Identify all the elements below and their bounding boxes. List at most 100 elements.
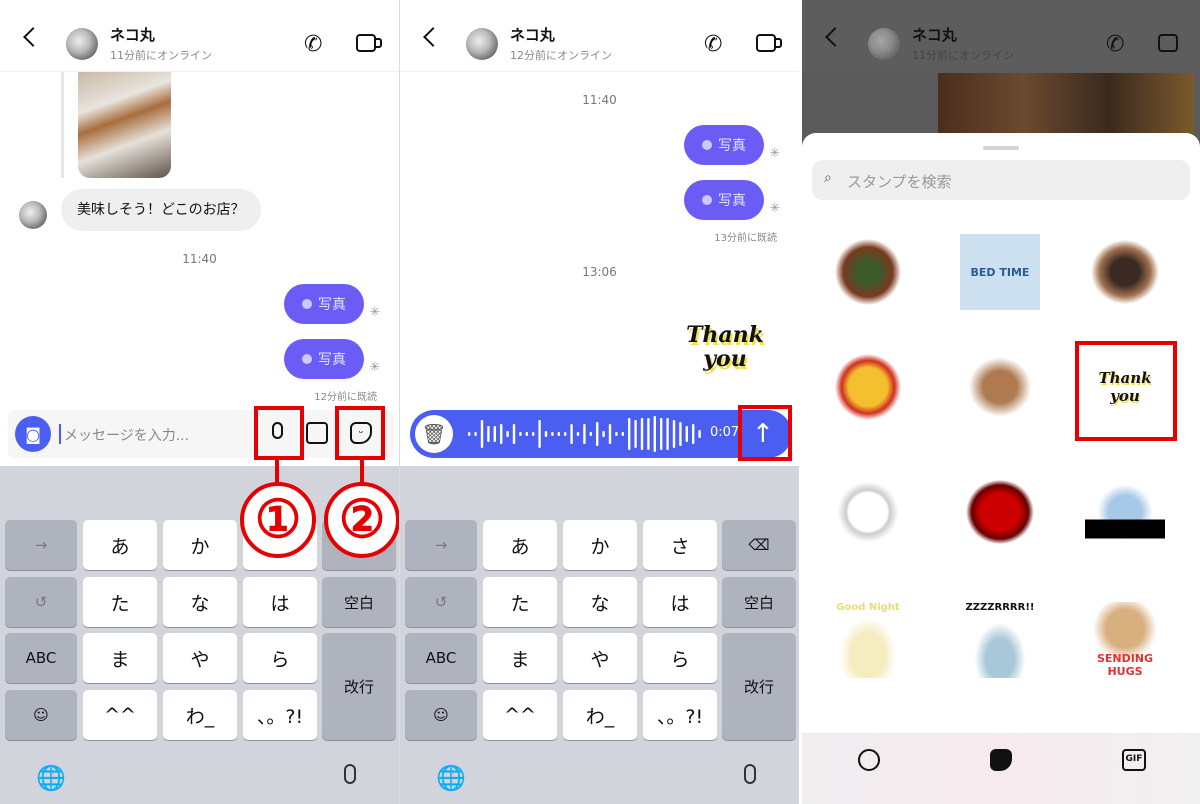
camera-icon[interactable]: ◙ bbox=[15, 416, 51, 452]
key[interactable]: 改行 bbox=[722, 633, 796, 740]
key[interactable]: は bbox=[643, 577, 717, 627]
loading-icon: ✳ bbox=[369, 305, 381, 320]
key[interactable]: ☺ bbox=[5, 690, 77, 740]
video-icon bbox=[1158, 34, 1178, 52]
dictation-mic-icon[interactable] bbox=[744, 764, 756, 784]
sticker-item[interactable] bbox=[1085, 474, 1165, 550]
dictation-mic-icon[interactable] bbox=[344, 764, 356, 784]
globe-icon[interactable]: 🌐 bbox=[436, 764, 466, 792]
waveform-bar bbox=[576, 432, 580, 436]
sticker-item[interactable]: SENDING HUGS bbox=[1085, 602, 1165, 678]
gif-tab-icon[interactable]: GIF bbox=[1122, 749, 1146, 771]
chat-screen-typing: ネコ丸 11分前にオンライン ✆ 美味しそう！どこのお店？ 11:40 写真 ✳… bbox=[0, 0, 399, 804]
waveform-bar bbox=[666, 418, 669, 450]
key[interactable]: ABC bbox=[405, 633, 477, 683]
photo-message[interactable]: 写真 bbox=[684, 125, 764, 165]
video-icon[interactable] bbox=[356, 34, 376, 52]
annotation-marker-1: ① bbox=[240, 482, 316, 558]
avatar[interactable] bbox=[466, 28, 498, 60]
annotation-box-sticker bbox=[335, 406, 385, 460]
photo-message[interactable]: 写真 bbox=[284, 339, 364, 379]
sticker-item[interactable]: ZZZZRRRR!! bbox=[960, 602, 1040, 678]
phone-icon[interactable]: ✆ bbox=[704, 32, 722, 57]
shared-photo[interactable] bbox=[78, 72, 171, 178]
trash-icon[interactable]: 🗑 bbox=[415, 415, 453, 453]
key[interactable]: 空白 bbox=[722, 577, 796, 627]
key[interactable]: ^^ bbox=[83, 690, 157, 740]
key[interactable]: ↺ bbox=[405, 577, 477, 627]
timestamp: 11:40 bbox=[182, 252, 217, 266]
contact-name: ネコ丸 bbox=[912, 26, 957, 44]
key[interactable]: 空白 bbox=[322, 577, 396, 627]
image-icon[interactable] bbox=[306, 422, 328, 444]
sticker-search-input[interactable]: ⌕ スタンプを検索 bbox=[812, 160, 1190, 200]
avatar bbox=[868, 28, 900, 60]
waveform-bar bbox=[672, 420, 676, 448]
key[interactable]: → bbox=[405, 520, 477, 570]
key[interactable]: ら bbox=[243, 633, 317, 683]
sticker-tab-bar: GIF bbox=[802, 733, 1200, 804]
key[interactable]: ま bbox=[83, 633, 157, 683]
key[interactable]: た bbox=[83, 577, 157, 627]
key[interactable]: わ_ bbox=[563, 690, 637, 740]
key[interactable]: ま bbox=[483, 633, 557, 683]
sticker-item[interactable] bbox=[960, 474, 1040, 550]
key[interactable]: わ_ bbox=[163, 690, 237, 740]
back-icon[interactable] bbox=[423, 27, 443, 47]
waveform-bar bbox=[493, 426, 496, 442]
sent-sticker-thank-you[interactable]: Thank you bbox=[680, 312, 770, 382]
key[interactable]: ら bbox=[643, 633, 717, 683]
key[interactable]: あ bbox=[483, 520, 557, 570]
globe-icon[interactable]: 🌐 bbox=[36, 764, 66, 792]
key[interactable]: さ bbox=[643, 520, 717, 570]
sticker-item[interactable]: Good Night bbox=[828, 602, 908, 678]
photo-message[interactable]: 写真 bbox=[684, 180, 764, 220]
phone-icon[interactable]: ✆ bbox=[304, 32, 322, 57]
key[interactable]: → bbox=[5, 520, 77, 570]
key[interactable]: あ bbox=[83, 520, 157, 570]
online-status: 11分前にオンライン bbox=[912, 49, 1014, 62]
waveform-bar bbox=[525, 432, 528, 436]
key[interactable]: ☺ bbox=[405, 690, 477, 740]
contact-name: ネコ丸 bbox=[510, 26, 555, 44]
key[interactable]: ↺ bbox=[5, 577, 77, 627]
key[interactable]: 、。?! bbox=[643, 690, 717, 740]
sticker-item[interactable] bbox=[828, 474, 908, 550]
avatar[interactable] bbox=[66, 28, 98, 60]
waveform-bar bbox=[570, 424, 573, 444]
key[interactable]: や bbox=[563, 633, 637, 683]
message-input[interactable]: メッセージを入力... bbox=[64, 425, 189, 445]
back-icon[interactable] bbox=[23, 27, 43, 47]
sticker-tab-icon[interactable] bbox=[990, 749, 1012, 771]
sticker-item[interactable] bbox=[960, 349, 1040, 425]
key[interactable]: た bbox=[483, 577, 557, 627]
sheet-handle[interactable] bbox=[983, 146, 1019, 150]
key[interactable]: か bbox=[163, 520, 237, 570]
key[interactable]: 改行 bbox=[322, 633, 396, 740]
avatar[interactable] bbox=[19, 201, 47, 229]
waveform-bar bbox=[474, 432, 477, 436]
sticker-item[interactable] bbox=[828, 234, 908, 310]
timestamp: 11:40 bbox=[582, 93, 617, 107]
key[interactable]: は bbox=[243, 577, 317, 627]
key[interactable]: 、。?! bbox=[243, 690, 317, 740]
phone-icon: ✆ bbox=[1106, 32, 1125, 57]
key[interactable]: ABC bbox=[5, 633, 77, 683]
key[interactable]: か bbox=[563, 520, 637, 570]
key[interactable]: や bbox=[163, 633, 237, 683]
chat-screen-recording: ネコ丸 12分前にオンライン ✆ 11:40 写真 ✳ 写真 ✳ 13分前に既読… bbox=[400, 0, 799, 804]
key[interactable]: ⌫ bbox=[722, 520, 796, 570]
sticker-item[interactable] bbox=[1085, 234, 1165, 310]
key[interactable]: な bbox=[163, 577, 237, 627]
annotation-line bbox=[275, 460, 279, 484]
key[interactable]: な bbox=[563, 577, 637, 627]
sticker-item[interactable] bbox=[828, 349, 908, 425]
video-icon[interactable] bbox=[756, 34, 776, 52]
search-icon: ⌕ bbox=[824, 170, 832, 186]
sticker-item[interactable]: BED TIME bbox=[960, 234, 1040, 310]
key[interactable]: ^^ bbox=[483, 690, 557, 740]
photo-message[interactable]: 写真 bbox=[284, 284, 364, 324]
waveform-bar bbox=[589, 432, 592, 436]
emoji-tab-icon[interactable] bbox=[858, 749, 880, 771]
chat-header: ネコ丸 12分前にオンライン ✆ bbox=[400, 0, 799, 72]
